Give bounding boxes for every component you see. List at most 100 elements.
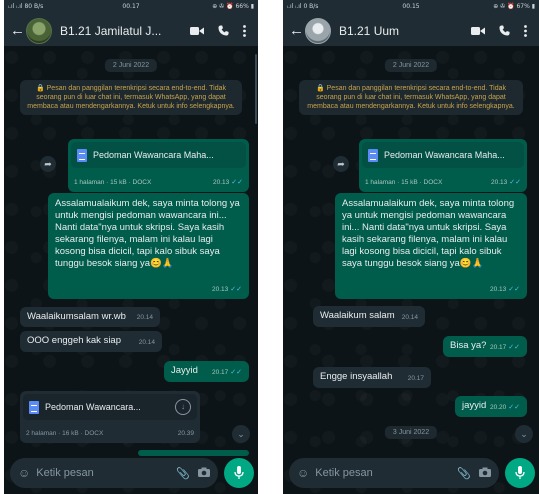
status-bar: ᵢ.ıl ᵢ.ıl 0 B/s 00.15 ⊕ ✇ ⏰ 67% ▮ <box>283 0 539 13</box>
date-chip: 2 Juni 2022 <box>104 59 158 72</box>
message-bubble-out[interactable]: Assalamualaikum dek, saya minta tolong y… <box>48 193 249 299</box>
video-call-icon[interactable] <box>465 26 491 36</box>
read-ticks-icon: ✓✓ <box>509 179 521 186</box>
document-preview[interactable]: Pedoman Wawancara Maha... <box>362 142 524 168</box>
scroll-down-icon[interactable]: ⌄ <box>515 425 533 443</box>
message-time: 20.39 <box>177 430 194 437</box>
message-input[interactable] <box>36 467 169 479</box>
emoji-icon[interactable]: ☺ <box>297 466 309 480</box>
avatar[interactable] <box>26 17 52 44</box>
document-meta: 1 halaman · 15 kB · DOCX <box>365 179 443 186</box>
document-title: Pedoman Wawancara... <box>45 402 141 412</box>
download-icon[interactable]: ↓ <box>175 399 191 415</box>
scroll-down-icon[interactable]: ⌄ <box>232 425 250 443</box>
chat-screen-right: ᵢ.ıl ᵢ.ıl 0 B/s 00.15 ⊕ ✇ ⏰ 67% ▮ ← B1.2… <box>283 0 539 494</box>
mic-icon <box>234 466 244 479</box>
message-bubble-out[interactable]: Assalamualaikum dek, saya minta tolong y… <box>335 193 527 299</box>
phone-call-icon[interactable] <box>491 25 517 36</box>
avatar[interactable] <box>305 17 331 44</box>
message-time: 20.13 <box>211 286 229 293</box>
message-time: 20.13 <box>212 179 230 186</box>
encryption-notice[interactable]: 🔒 Pesan dan panggilan terenkripsi secara… <box>20 80 242 115</box>
read-ticks-icon: ✓✓ <box>508 286 520 293</box>
message-bubble-in[interactable]: Waalaikum salam 20.14 <box>313 306 425 327</box>
document-title: Pedoman Wawancara Maha... <box>384 150 505 160</box>
more-options-icon[interactable] <box>236 24 252 37</box>
message-time: 20.13 <box>489 286 507 293</box>
emoji-icon[interactable]: ☺ <box>18 466 30 480</box>
message-composer[interactable]: ☺ 📎 <box>10 458 218 488</box>
attach-icon[interactable]: 📎 <box>176 467 190 480</box>
status-battery: ⊕ ✇ ⏰ 67% ▮ <box>493 3 536 10</box>
message-time: 20.17 <box>407 375 424 382</box>
document-message-in[interactable]: Pedoman Wawancara... ↓ 2 halaman · 16 kB… <box>20 391 200 443</box>
message-input[interactable] <box>315 467 450 479</box>
message-bubble-out[interactable]: jayyid 20.20 ✓✓ <box>455 396 527 417</box>
more-options-icon[interactable] <box>517 24 533 37</box>
camera-icon[interactable] <box>479 467 491 480</box>
message-text: Bisa ya? <box>450 340 487 351</box>
message-text: Assalamualaikum dek, saya minta tolong y… <box>342 198 515 269</box>
message-time: 20.17 <box>489 344 507 351</box>
message-time: 20.14 <box>401 314 418 321</box>
read-ticks-icon: ✓✓ <box>230 286 242 293</box>
forward-icon[interactable]: ➦ <box>40 156 56 172</box>
document-preview[interactable]: Pedoman Wawancara Maha... <box>71 142 246 168</box>
message-time: 20.17 <box>211 369 229 376</box>
video-call-icon[interactable] <box>184 26 210 36</box>
chat-header: ← B1.21 Uum <box>283 13 539 48</box>
status-signal: ᵢ.ıl ᵢ.ıl 80 B/s <box>8 3 44 10</box>
mic-icon <box>515 466 525 479</box>
message-bubble-in[interactable]: Engge insyaallah 20.17 <box>313 367 431 388</box>
message-time: 20.14 <box>136 314 153 321</box>
status-time: 00.15 <box>402 3 420 10</box>
document-icon <box>29 400 39 414</box>
forward-icon[interactable]: ➦ <box>333 156 349 172</box>
camera-icon[interactable] <box>198 467 210 480</box>
read-ticks-icon: ✓✓ <box>508 344 520 351</box>
message-text: Engge insyaallah <box>320 371 393 382</box>
chat-screen-left: ᵢ.ıl ᵢ.ıl 80 B/s 00.17 ⊕ ✇ ⏰ 66% ▮ ← B1.… <box>4 0 258 494</box>
scrollbar[interactable] <box>255 54 257 124</box>
back-arrow-icon[interactable]: ← <box>289 23 304 38</box>
message-time: 20.20 <box>489 404 507 411</box>
contact-name[interactable]: B1.21 Jamilatul J... <box>60 24 184 38</box>
document-preview[interactable]: Pedoman Wawancara... ↓ <box>23 394 197 420</box>
document-message[interactable]: Pedoman Wawancara Maha... 1 halaman · 15… <box>359 139 527 192</box>
encryption-notice[interactable]: 🔒 Pesan dan panggilan terenkripsi secara… <box>299 80 523 115</box>
message-text: Assalamualaikum dek, saya minta tolong y… <box>55 198 240 269</box>
message-bubble-out-partial[interactable] <box>138 450 249 456</box>
mic-button[interactable] <box>224 458 254 488</box>
message-text: Waalaikumsalam wr.wb <box>27 311 126 322</box>
phone-call-icon[interactable] <box>210 25 236 36</box>
document-icon <box>368 148 378 162</box>
status-bar: ᵢ.ıl ᵢ.ıl 80 B/s 00.17 ⊕ ✇ ⏰ 66% ▮ <box>4 0 258 13</box>
back-arrow-icon[interactable]: ← <box>10 23 25 38</box>
message-text: Waalaikum salam <box>320 310 395 321</box>
date-chip: 3 Juni 2022 <box>384 426 438 439</box>
read-ticks-icon: ✓✓ <box>508 404 520 411</box>
read-ticks-icon: ✓✓ <box>230 369 242 376</box>
message-composer[interactable]: ☺ 📎 <box>289 458 499 488</box>
message-text: OOO enggeh kak siap <box>27 335 121 346</box>
mic-button[interactable] <box>505 458 535 488</box>
document-message[interactable]: Pedoman Wawancara Maha... 1 halaman · 15… <box>68 139 249 192</box>
message-time: 20.13 <box>490 179 508 186</box>
document-icon <box>77 148 87 162</box>
message-bubble-in[interactable]: Waalaikumsalam wr.wb 20.14 <box>20 307 160 327</box>
document-meta: 2 halaman · 16 kB · DOCX <box>26 430 104 437</box>
attach-icon[interactable]: 📎 <box>457 467 471 480</box>
message-bubble-in[interactable]: OOO enggeh kak siap 20.14 <box>20 331 162 352</box>
message-time: 20.14 <box>138 339 155 346</box>
message-bubble-out[interactable]: Bisa ya? 20.17 ✓✓ <box>443 336 527 357</box>
message-bubble-out[interactable]: Jayyid 20.17 ✓✓ <box>164 361 249 382</box>
document-title: Pedoman Wawancara Maha... <box>93 150 214 160</box>
contact-name[interactable]: B1.21 Uum <box>339 24 465 38</box>
date-chip: 2 Juni 2022 <box>384 59 438 72</box>
chat-header: ← B1.21 Jamilatul J... <box>4 13 258 48</box>
message-text: Jayyid <box>171 365 198 376</box>
status-battery: ⊕ ✇ ⏰ 66% ▮ <box>212 3 254 10</box>
message-text: jayyid <box>462 400 487 411</box>
status-time: 00.17 <box>122 3 140 10</box>
read-ticks-icon: ✓✓ <box>231 179 243 186</box>
